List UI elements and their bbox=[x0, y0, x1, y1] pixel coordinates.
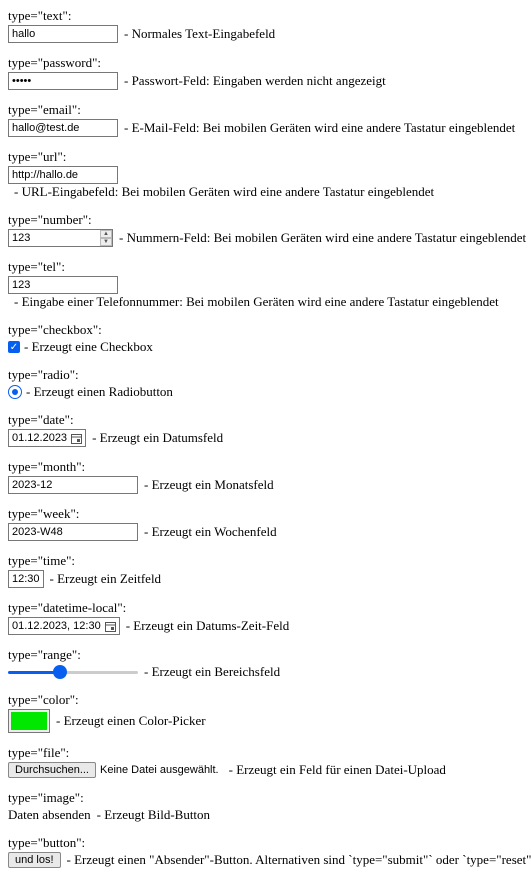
label-date: type="date": bbox=[8, 412, 531, 428]
input-radio[interactable] bbox=[8, 385, 22, 399]
desc-number: - Nummern-Feld: Bei mobilen Geräten wird… bbox=[119, 230, 526, 246]
field-radio: type="radio": - Erzeugt einen Radiobutto… bbox=[8, 367, 531, 400]
input-week[interactable] bbox=[8, 523, 138, 541]
label-number: type="number": bbox=[8, 212, 531, 228]
label-url: type="url": bbox=[8, 149, 531, 165]
input-date[interactable]: 01.12.2023 bbox=[8, 429, 86, 447]
desc-tel: - Eingabe einer Telefonnummer: Bei mobil… bbox=[14, 294, 499, 310]
field-month: type="month": - Erzeugt ein Monatsfeld bbox=[8, 459, 531, 494]
label-image: type="image": bbox=[8, 790, 531, 806]
label-button: type="button": bbox=[8, 835, 531, 851]
label-email: type="email": bbox=[8, 102, 531, 118]
label-color: type="color": bbox=[8, 692, 531, 708]
field-datetime: type="datetime-local": 01.12.2023, 12:30… bbox=[8, 600, 531, 635]
field-tel: type="tel": - Eingabe einer Telefonnumme… bbox=[8, 259, 531, 310]
input-range[interactable] bbox=[8, 664, 138, 680]
field-number: type="number": ▲▼ - Nummern-Feld: Bei mo… bbox=[8, 212, 531, 247]
field-button: type="button": und los! - Erzeugt einen … bbox=[8, 835, 531, 868]
file-browse-button[interactable]: Durchsuchen... bbox=[8, 762, 96, 778]
calendar-icon bbox=[71, 433, 82, 444]
desc-datetime: - Erzeugt ein Datums-Zeit-Feld bbox=[126, 618, 290, 634]
field-date: type="date": 01.12.2023 - Erzeugt ein Da… bbox=[8, 412, 531, 447]
label-week: type="week": bbox=[8, 506, 531, 522]
desc-checkbox: - Erzeugt eine Checkbox bbox=[24, 339, 153, 355]
input-checkbox[interactable]: ✓ bbox=[8, 341, 20, 353]
label-datetime: type="datetime-local": bbox=[8, 600, 531, 616]
desc-week: - Erzeugt ein Wochenfeld bbox=[144, 524, 277, 540]
input-image-alt[interactable]: Daten absenden bbox=[8, 807, 91, 823]
desc-url: - URL-Eingabefeld: Bei mobilen Geräten w… bbox=[14, 184, 434, 200]
field-checkbox: type="checkbox": ✓ - Erzeugt eine Checkb… bbox=[8, 322, 531, 355]
field-range: type="range": - Erzeugt ein Bereichsfeld bbox=[8, 647, 531, 680]
desc-file: - Erzeugt ein Feld für einen Datei-Uploa… bbox=[229, 762, 446, 778]
field-image: type="image": Daten absenden - Erzeugt B… bbox=[8, 790, 531, 823]
field-color: type="color": - Erzeugt einen Color-Pick… bbox=[8, 692, 531, 733]
input-month[interactable] bbox=[8, 476, 138, 494]
field-file: type="file": Durchsuchen... Keine Datei … bbox=[8, 745, 531, 778]
label-file: type="file": bbox=[8, 745, 531, 761]
input-password[interactable] bbox=[8, 72, 118, 90]
label-tel: type="tel": bbox=[8, 259, 531, 275]
desc-password: - Passwort-Feld: Eingaben werden nicht a… bbox=[124, 73, 386, 89]
desc-range: - Erzeugt ein Bereichsfeld bbox=[144, 664, 280, 680]
field-url: type="url": - URL-Eingabefeld: Bei mobil… bbox=[8, 149, 531, 200]
field-email: type="email": - E-Mail-Feld: Bei mobilen… bbox=[8, 102, 531, 137]
label-time: type="time": bbox=[8, 553, 531, 569]
desc-time: - Erzeugt ein Zeitfeld bbox=[50, 571, 162, 587]
label-month: type="month": bbox=[8, 459, 531, 475]
input-tel[interactable] bbox=[8, 276, 118, 294]
desc-button: - Erzeugt einen "Absender"-Button. Alter… bbox=[67, 852, 531, 868]
label-text: type="text": bbox=[8, 8, 531, 24]
file-status: Keine Datei ausgewählt. bbox=[100, 764, 219, 776]
field-text: type="text": - Normales Text-Eingabefeld bbox=[8, 8, 531, 43]
field-password: type="password": - Passwort-Feld: Eingab… bbox=[8, 55, 531, 90]
input-text[interactable] bbox=[8, 25, 118, 43]
label-password: type="password": bbox=[8, 55, 531, 71]
desc-radio: - Erzeugt einen Radiobutton bbox=[26, 384, 173, 400]
label-radio: type="radio": bbox=[8, 367, 531, 383]
field-week: type="week": - Erzeugt ein Wochenfeld bbox=[8, 506, 531, 541]
input-email[interactable] bbox=[8, 119, 118, 137]
field-time: type="time": 12:30 - Erzeugt ein Zeitfel… bbox=[8, 553, 531, 588]
input-time[interactable]: 12:30 bbox=[8, 570, 44, 588]
calendar-icon bbox=[105, 621, 116, 632]
input-number[interactable] bbox=[8, 229, 113, 247]
desc-email: - E-Mail-Feld: Bei mobilen Geräten wird … bbox=[124, 120, 515, 136]
label-checkbox: type="checkbox": bbox=[8, 322, 531, 338]
label-range: type="range": bbox=[8, 647, 531, 663]
input-datetime[interactable]: 01.12.2023, 12:30 bbox=[8, 617, 120, 635]
desc-image: - Erzeugt Bild-Button bbox=[97, 807, 210, 823]
input-color[interactable] bbox=[8, 709, 50, 733]
desc-text: - Normales Text-Eingabefeld bbox=[124, 26, 275, 42]
desc-month: - Erzeugt ein Monatsfeld bbox=[144, 477, 274, 493]
input-button[interactable]: und los! bbox=[8, 852, 61, 868]
desc-color: - Erzeugt einen Color-Picker bbox=[56, 713, 206, 729]
desc-date: - Erzeugt ein Datumsfeld bbox=[92, 430, 223, 446]
number-spinner[interactable]: ▲▼ bbox=[100, 230, 112, 246]
input-url[interactable] bbox=[8, 166, 118, 184]
